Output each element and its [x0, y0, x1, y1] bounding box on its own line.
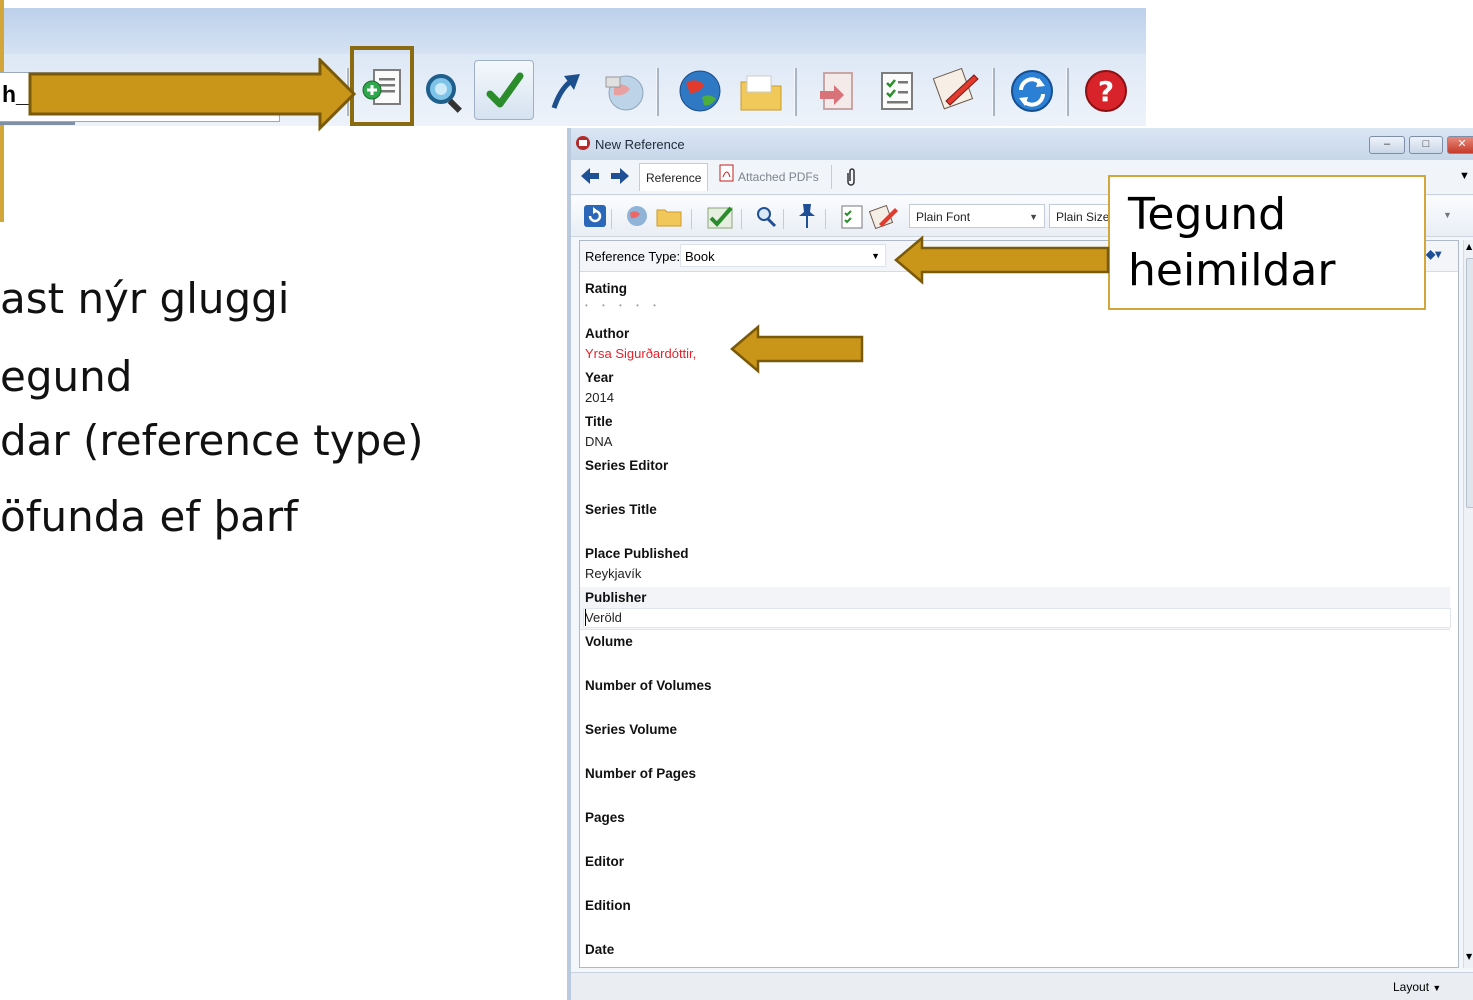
toolbar-separator: [992, 68, 995, 116]
field-label-year: Year: [585, 370, 614, 385]
field-value-author[interactable]: Yrsa Sigurðardóttir,: [585, 346, 696, 361]
toolbar-separator: [691, 209, 692, 229]
back-arrow-icon[interactable]: [579, 166, 601, 189]
pdf-icon: [719, 164, 735, 192]
rating-dots[interactable]: • • • • •: [585, 301, 662, 310]
toolbar-separator: [741, 209, 742, 229]
field-label-publisher: Publisher: [585, 590, 647, 605]
bullet-line-1: ast nýr gluggi: [0, 274, 290, 323]
field-value-place-published[interactable]: Reykjavík: [585, 566, 641, 581]
toolbar-separator: [1066, 68, 1069, 116]
main-window-titlebar: [0, 8, 1146, 54]
bullet-line-3: dar (reference type): [0, 416, 424, 465]
tab-attached-pdfs[interactable]: Attached PDFs: [713, 163, 825, 191]
tab-separator: [831, 165, 832, 189]
scroll-up-icon[interactable]: ▲: [1466, 242, 1472, 251]
reference-type-callout: Tegund heimildar: [1108, 175, 1426, 310]
manuscript-icon[interactable]: [868, 202, 899, 233]
font-select-value: Plain Font: [916, 210, 971, 224]
toolbar-separator: [825, 209, 826, 229]
field-label-number-of-pages: Number of Pages: [585, 766, 697, 781]
callout-line-1: Tegund: [1128, 189, 1287, 240]
online-search-icon[interactable]: [596, 64, 650, 116]
reference-type-label: Reference Type:: [585, 249, 681, 264]
svg-text:?: ?: [1098, 75, 1114, 108]
field-value-publisher[interactable]: Veröld: [585, 610, 622, 625]
edit-manuscript-icon[interactable]: [928, 62, 986, 118]
maximize-button[interactable]: □: [1409, 136, 1443, 154]
forward-arrow-icon[interactable]: [609, 166, 631, 189]
field-value-year[interactable]: 2014: [585, 390, 614, 405]
text-cursor: [585, 609, 586, 626]
layout-label: Layout: [1393, 980, 1430, 994]
arrow-to-author: [730, 324, 864, 374]
paperclip-icon[interactable]: [845, 167, 857, 190]
field-label-volume: Volume: [585, 634, 633, 649]
scroll-thumb[interactable]: [1466, 258, 1473, 508]
form-scrollbar[interactable]: ▲ ▼: [1463, 240, 1473, 968]
arrow-to-new-reference: [28, 58, 357, 132]
arrow-to-reference-type: [894, 235, 1110, 285]
field-label-author: Author: [585, 326, 630, 341]
field-label-series-editor: Series Editor: [585, 458, 669, 473]
toolbar-separator: [656, 68, 659, 116]
endnote-app-icon: [575, 135, 591, 154]
close-button[interactable]: ✕: [1447, 136, 1473, 154]
folder-icon[interactable]: [734, 66, 788, 118]
field-label-place-published: Place Published: [585, 546, 689, 561]
field-value-title[interactable]: DNA: [585, 434, 612, 449]
insert-citation-icon[interactable]: [810, 66, 864, 118]
bibliography-icon[interactable]: [839, 204, 865, 233]
window-statusbar: Layout ▼: [571, 972, 1473, 1000]
reference-type-value: Book: [685, 249, 715, 264]
toolbar-separator: [611, 209, 612, 229]
tabbar-menu-chevron-icon[interactable]: ▼: [1459, 170, 1470, 182]
window-title: New Reference: [595, 137, 685, 152]
reference-form: Reference Type: Book ▼ ◆▾ Rating • • • •…: [579, 240, 1459, 968]
bullet-line-2: egund: [0, 352, 133, 401]
format-bibliography-icon[interactable]: [870, 66, 924, 118]
toolbar-separator: [794, 68, 797, 116]
sync-icon[interactable]: [1004, 64, 1060, 118]
export-arrow-icon[interactable]: [542, 64, 590, 116]
web-link-icon[interactable]: [625, 204, 651, 231]
size-select-value: Plain Size: [1056, 210, 1110, 224]
reference-type-chevron-icon: ▼: [871, 251, 880, 261]
toolbar-overflow-chevron-icon[interactable]: ▼: [1443, 210, 1452, 220]
open-folder-icon[interactable]: [655, 204, 683, 231]
field-label-number-of-volumes: Number of Volumes: [585, 678, 712, 693]
field-label-rating: Rating: [585, 281, 627, 296]
help-icon[interactable]: ?: [1078, 64, 1134, 118]
find-text-icon[interactable]: [753, 204, 779, 233]
reference-type-select[interactable]: Book ▼: [680, 244, 886, 267]
toolbar-separator: [783, 209, 784, 229]
field-label-edition: Edition: [585, 898, 631, 913]
layout-chevron-icon: ▼: [1432, 983, 1442, 993]
minimize-button[interactable]: –: [1369, 136, 1405, 154]
field-label-date: Date: [585, 942, 615, 957]
size-select[interactable]: Plain Size: [1049, 204, 1115, 228]
font-select[interactable]: Plain Font ▼: [909, 204, 1045, 228]
callout-line-2: heimildar: [1128, 245, 1336, 296]
field-label-pages: Pages: [585, 810, 625, 825]
field-label-series-volume: Series Volume: [585, 722, 678, 737]
font-select-chevron-icon: ▼: [1029, 212, 1038, 222]
bullet-line-4: öfunda ef þarf: [0, 492, 298, 541]
layout-menu[interactable]: Layout ▼: [1393, 980, 1441, 994]
window-titlebar: New Reference – □ ✕: [571, 128, 1473, 160]
publisher-input-box[interactable]: [583, 608, 1451, 628]
web-icon[interactable]: [672, 64, 728, 118]
check-icon[interactable]: [474, 60, 534, 120]
field-options-icon[interactable]: ◆▾: [1426, 247, 1441, 261]
field-label-editor: Editor: [585, 854, 624, 869]
tab-reference[interactable]: Reference: [639, 163, 709, 191]
pushpin-icon[interactable]: [795, 202, 819, 233]
search-library-icon[interactable]: [420, 66, 468, 118]
spellcheck-icon[interactable]: [705, 202, 735, 233]
refresh-icon[interactable]: [583, 204, 607, 231]
field-label-title: Title: [585, 414, 613, 429]
field-label-series-title: Series Title: [585, 502, 657, 517]
tab-attached-pdfs-label: Attached PDFs: [738, 170, 819, 184]
scroll-down-icon[interactable]: ▼: [1466, 952, 1472, 961]
